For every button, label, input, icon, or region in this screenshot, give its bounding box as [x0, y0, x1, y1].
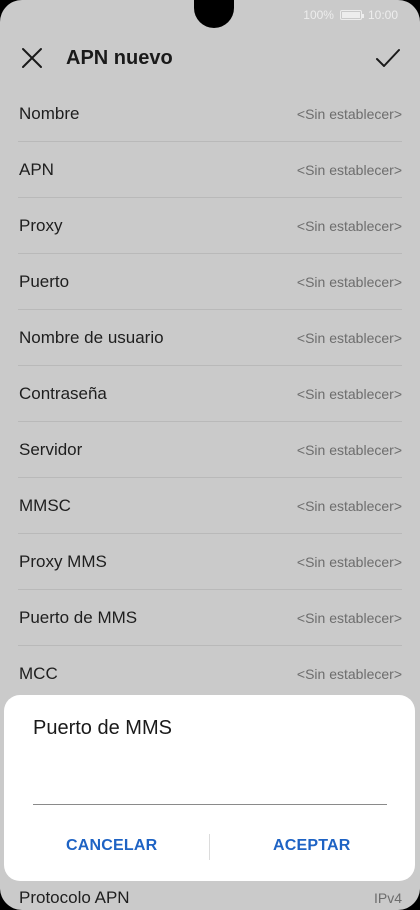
setting-label: Contraseña	[19, 384, 107, 403]
setting-label: Nombre de usuario	[19, 328, 164, 347]
setting-label: Protocolo APN	[19, 888, 130, 907]
confirm-button[interactable]	[374, 44, 402, 72]
setting-value: <Sin establecer>	[296, 274, 402, 290]
setting-value: <Sin establecer>	[296, 498, 402, 514]
setting-row-mmsc[interactable]: MMSC <Sin establecer>	[18, 478, 402, 534]
check-icon	[376, 49, 400, 67]
setting-row-password[interactable]: Contraseña <Sin establecer>	[18, 366, 402, 422]
cancel-button[interactable]: CANCELAR	[66, 837, 157, 855]
close-button[interactable]	[20, 46, 44, 70]
setting-row-servidor[interactable]: Servidor <Sin establecer>	[18, 422, 402, 478]
apn-settings-list: Nombre <Sin establecer> APN <Sin estable…	[0, 86, 420, 702]
setting-label: Proxy	[19, 216, 63, 235]
setting-row-protocolo-apn[interactable]: Protocolo APN IPv4	[18, 884, 402, 910]
setting-row-proxy-mms[interactable]: Proxy MMS <Sin establecer>	[18, 534, 402, 590]
accept-button[interactable]: ACEPTAR	[273, 837, 351, 855]
mms-port-input[interactable]	[33, 755, 387, 805]
setting-row-nombre[interactable]: Nombre <Sin establecer>	[18, 86, 402, 142]
setting-row-proxy[interactable]: Proxy <Sin establecer>	[18, 198, 402, 254]
dialog-actions: CANCELAR ACEPTAR	[4, 831, 415, 867]
setting-value: <Sin establecer>	[296, 442, 402, 458]
setting-row-puerto[interactable]: Puerto <Sin establecer>	[18, 254, 402, 310]
setting-row-username[interactable]: Nombre de usuario <Sin establecer>	[18, 310, 402, 366]
setting-value: <Sin establecer>	[296, 106, 402, 122]
page-title: APN nuevo	[66, 47, 173, 69]
dialog-title: Puerto de MMS	[33, 717, 172, 739]
close-icon	[22, 48, 42, 68]
status-indicators: 100% 10:00	[303, 8, 398, 22]
setting-value: <Sin establecer>	[296, 554, 402, 570]
setting-label: MCC	[19, 664, 58, 683]
setting-label: APN	[19, 160, 54, 179]
setting-value: <Sin establecer>	[296, 218, 402, 234]
setting-label: Servidor	[19, 440, 83, 459]
battery-percent: 100%	[303, 8, 334, 22]
app-bar: APN nuevo	[0, 30, 420, 86]
setting-value: <Sin establecer>	[296, 666, 402, 682]
setting-label: Puerto de MMS	[19, 608, 138, 627]
setting-row-mcc[interactable]: MCC <Sin establecer>	[18, 646, 402, 702]
setting-row-apn[interactable]: APN <Sin establecer>	[18, 142, 402, 198]
setting-label: Nombre	[19, 104, 80, 123]
setting-value: <Sin establecer>	[296, 330, 402, 346]
clock: 10:00	[367, 8, 398, 22]
setting-value: <Sin establecer>	[296, 610, 402, 626]
setting-label: Proxy MMS	[19, 552, 107, 571]
setting-row-puerto-mms[interactable]: Puerto de MMS <Sin establecer>	[18, 590, 402, 646]
setting-value: <Sin establecer>	[296, 162, 402, 178]
setting-value: IPv4	[373, 890, 402, 906]
phone-screen: 100% 10:00 APN nuevo Nombre <Sin estable…	[0, 0, 420, 910]
setting-value: <Sin establecer>	[296, 386, 402, 402]
mms-port-dialog: Puerto de MMS CANCELAR ACEPTAR	[4, 695, 415, 881]
action-divider	[209, 834, 210, 860]
battery-icon	[339, 10, 364, 20]
setting-label: Puerto	[19, 272, 70, 291]
setting-label: MMSC	[19, 496, 71, 515]
